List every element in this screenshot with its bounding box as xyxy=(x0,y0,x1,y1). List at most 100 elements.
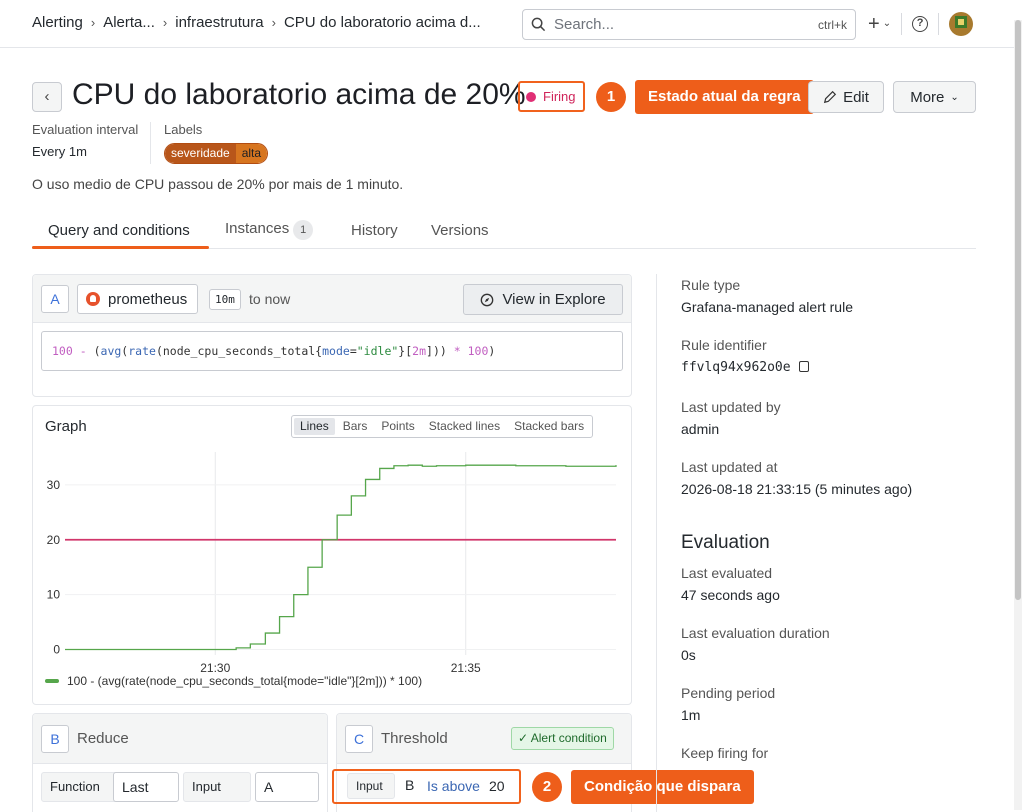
rule-description: O uso medio de CPU passou de 20% por mai… xyxy=(32,176,404,192)
divider xyxy=(150,122,151,164)
back-button[interactable]: ‹ xyxy=(32,82,62,112)
page-title: CPU do laboratorio acima de 20% xyxy=(72,78,526,111)
graph-mode-switch: Lines Bars Points Stacked lines Stacked … xyxy=(291,415,594,438)
pencil-icon xyxy=(823,90,837,104)
top-bar: Alerting › Alerta... › infraestrutura › … xyxy=(0,0,1022,48)
new-button[interactable]: + ⌄ xyxy=(868,13,891,36)
label-value: alta xyxy=(235,144,268,163)
chevron-right-icon: › xyxy=(271,15,276,30)
eval-duration-value: 0s xyxy=(681,647,696,663)
series-line xyxy=(65,464,617,651)
threshold-ref-id: C xyxy=(345,725,373,753)
mode-bars[interactable]: Bars xyxy=(337,418,374,435)
time-range-chip: 10m xyxy=(209,289,241,310)
query-header: A prometheus 10m to now View in Explore xyxy=(33,275,631,323)
mode-stacked-bars[interactable]: Stacked bars xyxy=(508,418,590,435)
rule-id-value: ffvlq94x962o0e xyxy=(681,360,809,375)
help-icon[interactable]: ? xyxy=(912,16,929,32)
time-range-suffix: to now xyxy=(249,291,291,307)
datasource-chip: prometheus xyxy=(77,284,199,314)
reduce-panel: B Reduce Function Last Input A xyxy=(32,713,328,812)
updated-at-value: 2026-08-18 21:33:15 (5 minutes ago) xyxy=(681,481,913,497)
divider xyxy=(938,13,940,35)
annotation-callout: Estado atual da regra xyxy=(635,80,814,114)
search-shortcut: ctrl+k xyxy=(817,17,847,32)
y-tick-label: 30 xyxy=(47,478,61,492)
state-badge-highlight: Firing xyxy=(518,81,585,112)
input-select[interactable]: A xyxy=(255,772,319,802)
tab-history[interactable]: History xyxy=(351,222,398,239)
copy-icon[interactable] xyxy=(798,361,809,372)
pending-period-value: 1m xyxy=(681,707,701,723)
chevron-right-icon: › xyxy=(90,15,96,30)
tab-label: Instances xyxy=(225,220,290,237)
query-expression: 100 - (avg(rate(node_cpu_seconds_total{m… xyxy=(41,331,623,371)
plus-icon: + xyxy=(868,12,880,35)
more-button[interactable]: More ⌄ xyxy=(893,81,976,113)
tab-instances[interactable]: Instances 1 xyxy=(225,220,314,240)
top-actions: + ⌄ ? xyxy=(868,12,974,36)
breadcrumb-item[interactable]: Alerting xyxy=(32,14,83,31)
rule-id-label: Rule identifier xyxy=(681,337,767,353)
search-input[interactable]: Search... ctrl+k xyxy=(522,9,856,40)
mode-points[interactable]: Points xyxy=(375,418,420,435)
cpu-chart: 21:30 21:35 0 10 20 30 xyxy=(47,452,617,675)
eval-interval-label: Evaluation interval xyxy=(32,122,139,137)
explore-label: View in Explore xyxy=(502,291,606,308)
more-label: More xyxy=(910,88,945,106)
threshold-header: C Threshold ✓ Alert condition xyxy=(337,714,631,764)
labels-label: Labels xyxy=(164,122,203,137)
graph-title: Graph xyxy=(45,418,87,435)
edit-button[interactable]: Edit xyxy=(808,81,884,113)
eval-interval-value: Every 1m xyxy=(32,144,87,159)
evaluation-heading: Evaluation xyxy=(681,532,770,553)
avatar[interactable] xyxy=(949,12,974,36)
updated-at-label: Last updated at xyxy=(681,459,778,475)
alert-condition-badge: ✓ Alert condition xyxy=(511,727,614,750)
annotation-number: 2 xyxy=(532,772,562,802)
rule-id-text: ffvlq94x962o0e xyxy=(681,360,791,375)
view-in-explore-button[interactable]: View in Explore xyxy=(463,284,623,315)
alert-condition-label: Alert condition xyxy=(530,731,607,745)
compass-icon xyxy=(481,293,494,306)
check-icon: ✓ xyxy=(518,731,531,745)
graph-panel: Graph Lines Bars Points Stacked lines St… xyxy=(32,405,632,705)
breadcrumb-current: CPU do laboratorio acima d... xyxy=(283,14,481,31)
query-panel: A prometheus 10m to now View in Explore … xyxy=(32,274,632,397)
label-chip: severidade alta xyxy=(164,143,269,164)
last-evaluated-value: 47 seconds ago xyxy=(681,587,780,603)
divider xyxy=(901,13,903,35)
breadcrumb-item[interactable]: infraestrutura xyxy=(175,14,263,31)
keep-firing-label: Keep firing for xyxy=(681,745,769,761)
breadcrumb-item[interactable]: Alerta... xyxy=(103,14,155,31)
divider xyxy=(656,274,657,812)
x-tick-label: 21:35 xyxy=(451,661,481,675)
search-icon xyxy=(531,17,546,32)
annotation-number: 1 xyxy=(596,82,626,112)
active-tab-indicator xyxy=(32,246,209,249)
legend-swatch xyxy=(45,679,59,683)
annotation-callout: Condição que dispara xyxy=(571,770,754,804)
chevron-down-icon: ⌄ xyxy=(882,18,892,30)
legend-label: 100 - (avg(rate(node_cpu_seconds_total{m… xyxy=(67,674,423,688)
x-tick-label: 21:30 xyxy=(200,661,230,675)
input-label: Input xyxy=(183,772,251,802)
state-badge: Firing xyxy=(543,89,576,104)
rule-type-label: Rule type xyxy=(681,277,741,293)
tab-query-and-conditions[interactable]: Query and conditions xyxy=(48,222,190,239)
chevron-down-icon: ⌄ xyxy=(950,91,959,103)
tab-bar: Query and conditions Instances 1 History … xyxy=(32,214,976,249)
function-select[interactable]: Last xyxy=(113,772,179,802)
reduce-header: B Reduce xyxy=(33,714,327,764)
chevron-right-icon: › xyxy=(162,15,168,30)
chart-legend[interactable]: 100 - (avg(rate(node_cpu_seconds_total{m… xyxy=(45,674,422,688)
rule-type-value: Grafana-managed alert rule xyxy=(681,299,853,315)
prometheus-icon xyxy=(86,292,100,306)
reduce-ref-id: B xyxy=(41,725,69,753)
scrollbar-thumb[interactable] xyxy=(1015,20,1021,600)
mode-lines[interactable]: Lines xyxy=(294,418,335,435)
mode-stacked-lines[interactable]: Stacked lines xyxy=(423,418,506,435)
tab-versions[interactable]: Versions xyxy=(431,222,489,239)
edit-label: Edit xyxy=(843,88,869,106)
scrollbar[interactable] xyxy=(1014,20,1022,810)
